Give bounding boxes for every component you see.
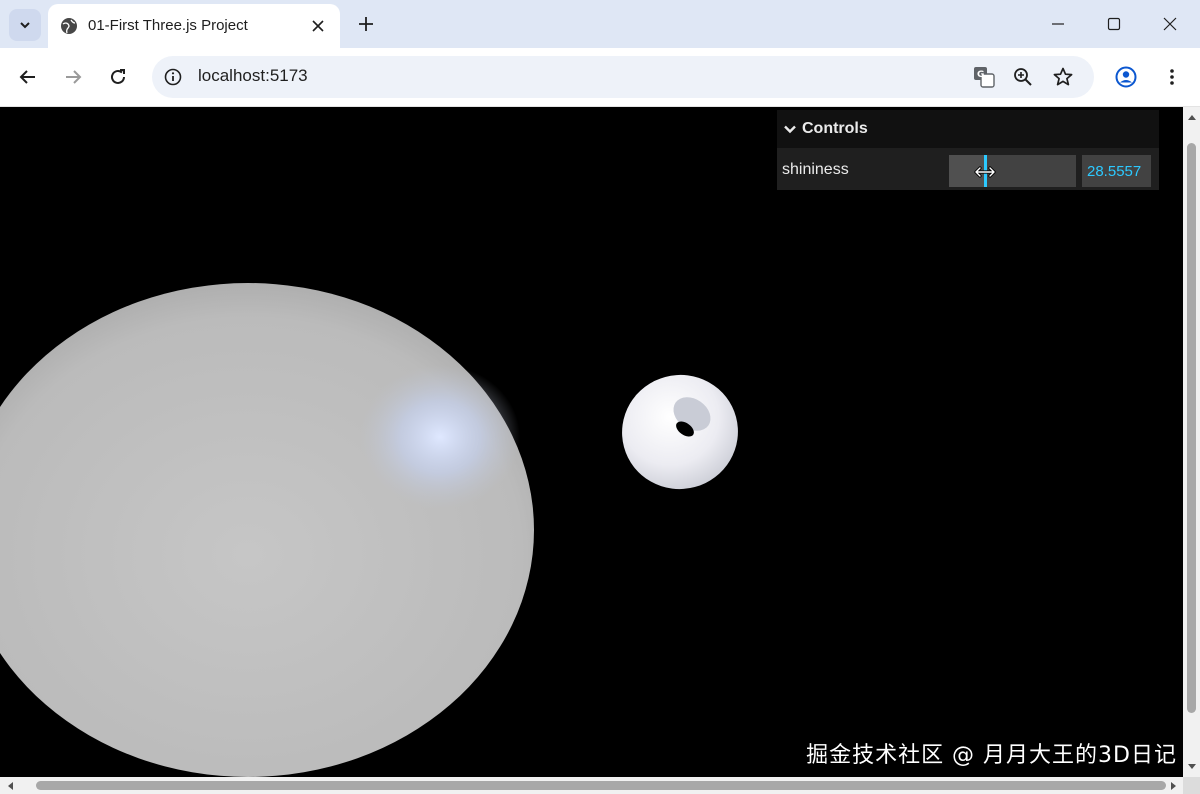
forward-button[interactable] (57, 61, 89, 93)
new-tab-button[interactable] (352, 10, 380, 38)
webgl-canvas[interactable]: Controls shininess 掘金技术社区 @ 月月大王的3D日记 (0, 107, 1183, 777)
scroll-right-icon[interactable] (1168, 781, 1178, 791)
shininess-label: shininess (782, 161, 849, 178)
back-button[interactable] (12, 61, 44, 93)
translate-button[interactable]: G (969, 62, 999, 92)
shininess-value-input[interactable] (1082, 155, 1151, 187)
vertical-scroll-thumb[interactable] (1187, 143, 1196, 713)
reload-button[interactable] (102, 61, 134, 93)
controls-title-text: Controls (802, 120, 868, 137)
arrow-right-icon (66, 70, 82, 84)
controls-panel: Controls shininess (777, 110, 1159, 190)
scroll-left-icon[interactable] (6, 781, 16, 791)
arrow-left-icon (19, 70, 35, 84)
svg-text:G: G (977, 70, 984, 80)
tab-close-button[interactable] (306, 14, 330, 38)
close-window-button[interactable] (1142, 0, 1198, 48)
info-icon[interactable] (164, 68, 182, 86)
reload-icon (111, 69, 125, 84)
vertical-scrollbar[interactable] (1183, 107, 1200, 777)
scroll-down-icon[interactable] (1187, 761, 1197, 771)
zoom-button[interactable] (1008, 62, 1038, 92)
url-text[interactable]: localhost:5173 (198, 66, 308, 86)
close-icon (312, 20, 324, 32)
profile-button[interactable] (1110, 61, 1142, 93)
scroll-up-icon[interactable] (1187, 113, 1197, 123)
torus-mesh (622, 374, 738, 490)
shininess-control: shininess (777, 150, 1159, 188)
watermark-text: 掘金技术社区 @ 月月大王的3D日记 (806, 743, 1177, 768)
bookmark-button[interactable] (1048, 62, 1078, 92)
tab-title: 01-First Three.js Project (88, 17, 248, 34)
three-scene (0, 283, 738, 777)
resize-cursor-icon (974, 166, 996, 178)
chevron-down-icon (20, 22, 30, 29)
horizontal-scrollbar[interactable] (0, 777, 1183, 794)
browser-menu-button[interactable] (1156, 61, 1188, 93)
chevron-down-icon (784, 125, 796, 134)
plus-icon (359, 17, 373, 31)
minimize-icon (1052, 23, 1064, 25)
close-icon (1163, 17, 1177, 31)
horizontal-scroll-thumb[interactable] (36, 781, 1166, 790)
active-tab[interactable]: 01-First Three.js Project (48, 4, 340, 48)
tab-search-button[interactable] (9, 9, 41, 41)
account-icon (1115, 66, 1137, 88)
scrollbar-corner (1183, 777, 1200, 794)
zoom-in-icon (1014, 68, 1032, 86)
browser-toolbar: localhost:5173 G (0, 48, 1200, 107)
address-bar[interactable]: localhost:5173 G (152, 56, 1094, 98)
star-icon (1053, 67, 1073, 86)
controls-panel-title[interactable]: Controls (777, 110, 1159, 148)
globe-icon (61, 18, 77, 34)
shininess-slider[interactable] (949, 155, 1076, 187)
kebab-menu-icon (1170, 69, 1174, 85)
maximize-icon (1107, 17, 1121, 31)
translate-icon: G (974, 67, 995, 88)
sphere-mesh (0, 283, 534, 777)
minimize-button[interactable] (1030, 0, 1086, 48)
tab-strip: 01-First Three.js Project (0, 0, 1200, 48)
maximize-button[interactable] (1086, 0, 1142, 48)
